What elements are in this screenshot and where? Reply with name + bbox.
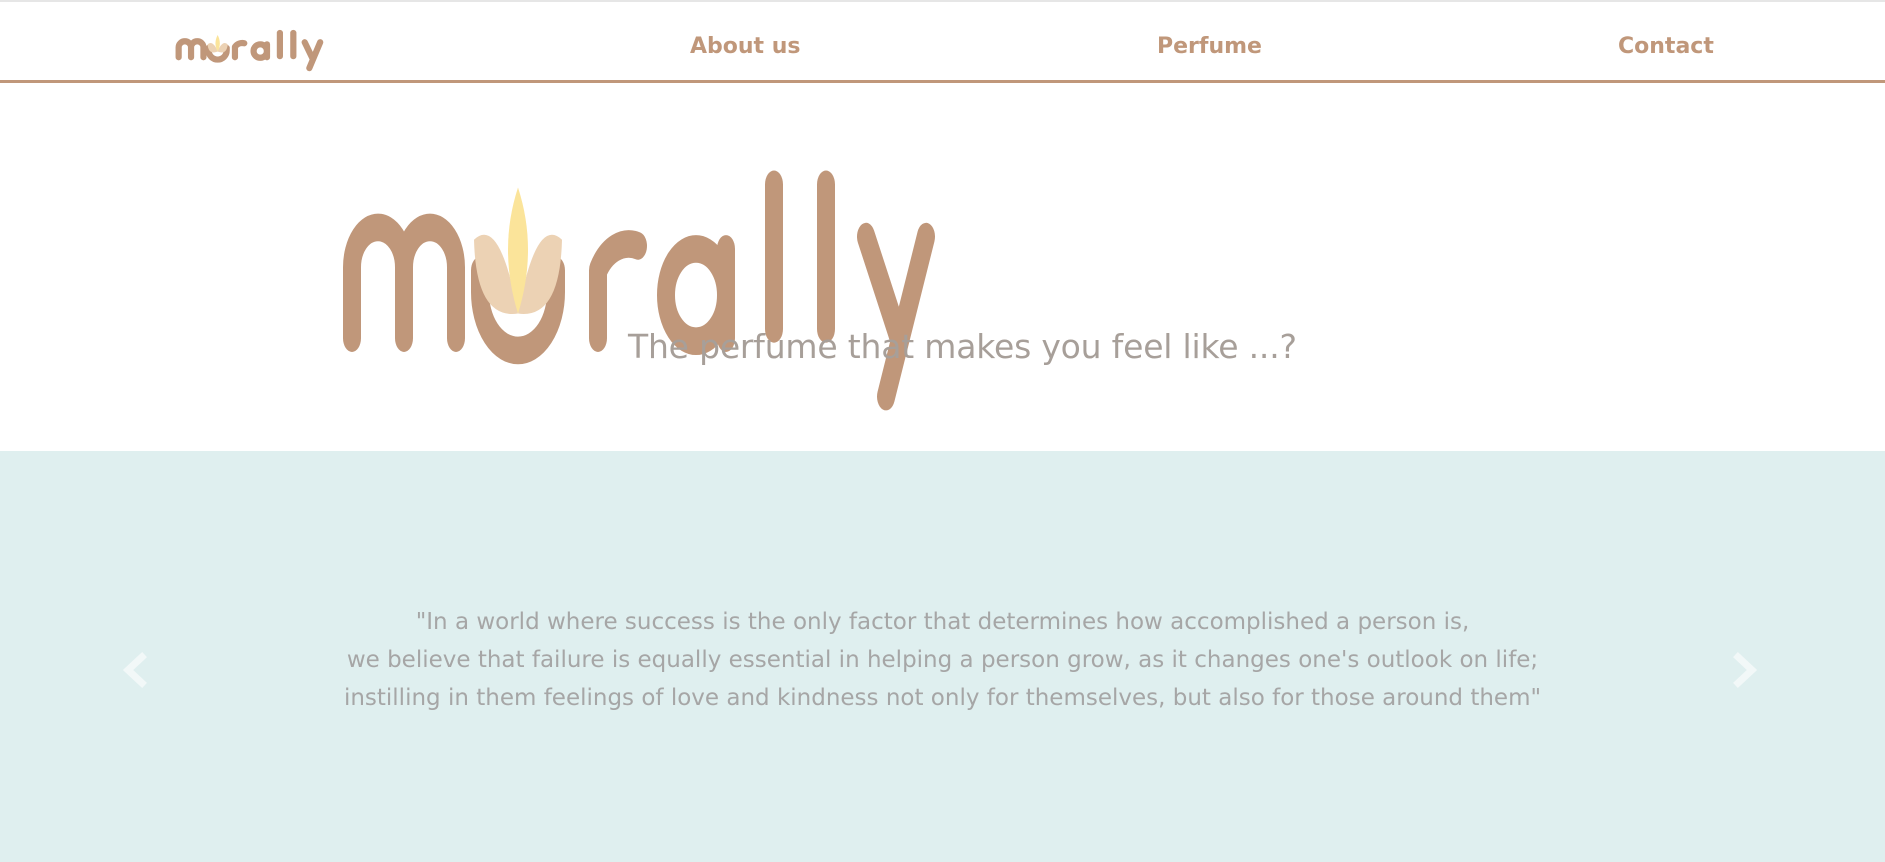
murally-logo-small bbox=[175, 29, 324, 72]
hero-tagline: The perfume that makes you feel like ...… bbox=[628, 327, 1297, 366]
quote-line: we believe that failure is equally essen… bbox=[346, 647, 1539, 673]
top-navbar: About us Perfume Contact bbox=[0, 0, 1885, 83]
quote-line: "In a world where success is the only fa… bbox=[415, 609, 1470, 635]
nav-about-us[interactable]: About us bbox=[690, 34, 800, 59]
hero-section: The perfume that makes you feel like ...… bbox=[0, 83, 1885, 451]
nav-contact[interactable]: Contact bbox=[1618, 34, 1714, 59]
carousel-next-button[interactable] bbox=[1727, 652, 1761, 688]
carousel-quote: "In a world where success is the only fa… bbox=[0, 603, 1885, 717]
quote-line: instilling in them feelings of love and … bbox=[343, 685, 1542, 711]
chevron-right-icon bbox=[1733, 652, 1758, 688]
murally-logo-large bbox=[343, 170, 935, 411]
quote-carousel: "In a world where success is the only fa… bbox=[0, 451, 1885, 862]
nav-logo[interactable] bbox=[174, 28, 330, 72]
nav-perfume[interactable]: Perfume bbox=[1157, 34, 1262, 59]
